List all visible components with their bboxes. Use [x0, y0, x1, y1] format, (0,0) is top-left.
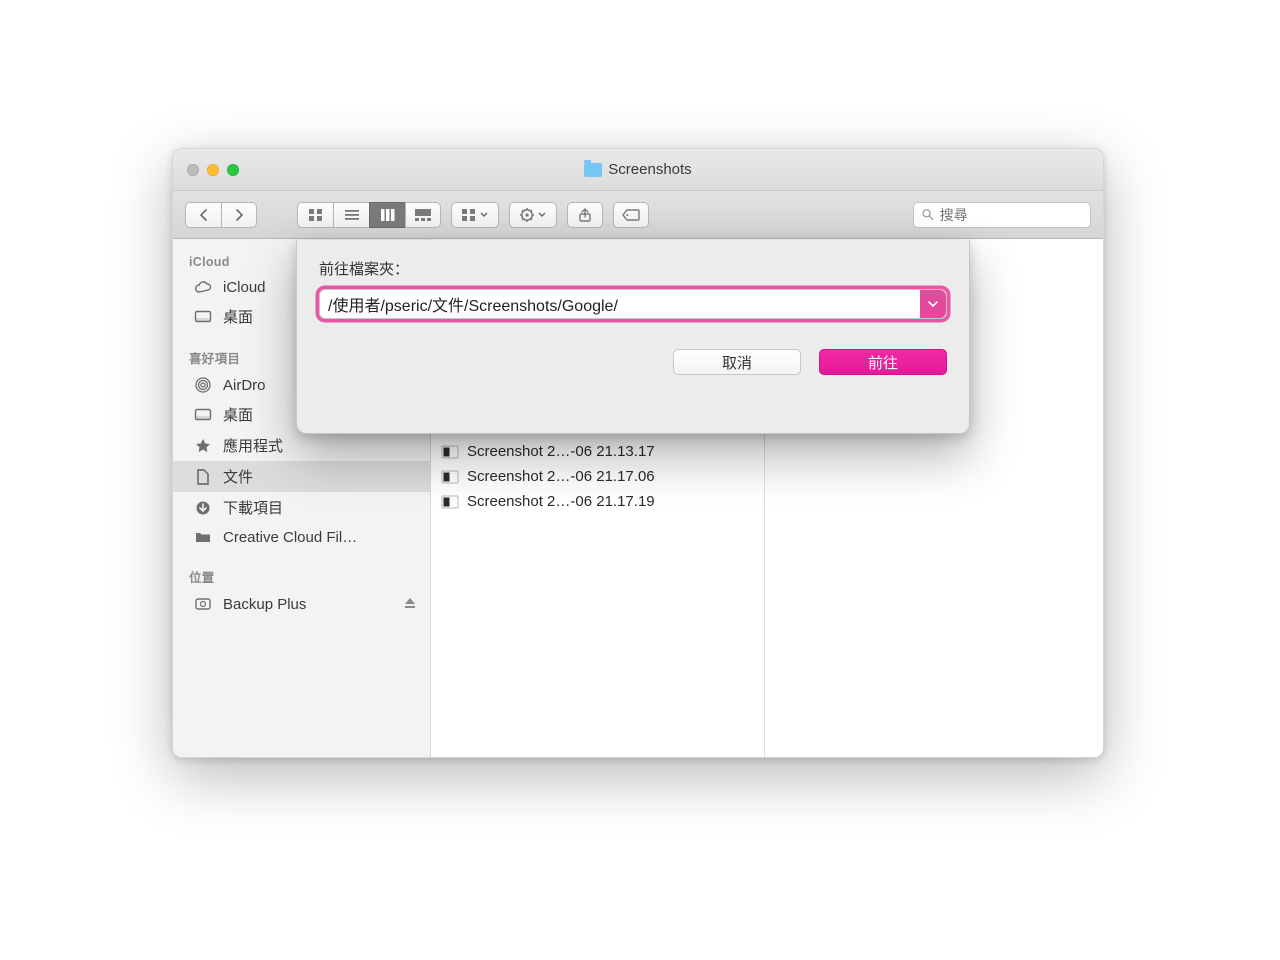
minimize-window-button[interactable] [207, 164, 219, 176]
window-title-text: Screenshots [608, 161, 691, 178]
downloads-icon [193, 499, 213, 517]
sidebar-item-label: 應用程式 [223, 435, 283, 456]
sidebar-item-label: 下載項目 [223, 497, 283, 518]
gallery-view-button[interactable] [405, 202, 441, 228]
sidebar-item-label: 桌面 [223, 306, 253, 327]
sidebar-item-label: Backup Plus [223, 596, 306, 613]
folder-icon [584, 163, 602, 177]
sheet-label: 前往檔案夾： [319, 258, 947, 279]
desktop-icon [193, 308, 213, 326]
titlebar: Screenshots [173, 149, 1103, 191]
sidebar-item-label: 文件 [223, 466, 253, 487]
toolbar [173, 191, 1103, 239]
sheet-actions: 取消 前往 [319, 349, 947, 375]
window-title: Screenshots [173, 161, 1103, 178]
list-view-button[interactable] [333, 202, 369, 228]
share-button[interactable] [567, 202, 603, 228]
path-field-wrapper [319, 289, 947, 319]
go-button[interactable]: 前往 [819, 349, 947, 375]
cloud-icon [193, 278, 213, 296]
file-name: Screenshot 2…-06 21.17.06 [467, 468, 655, 485]
close-window-button[interactable] [187, 164, 199, 176]
back-button[interactable] [185, 202, 221, 228]
folder-icon [193, 528, 213, 546]
go-to-folder-sheet: 前往檔案夾： 取消 前往 [296, 240, 970, 434]
docs-icon [193, 468, 213, 486]
desktop-icon [193, 406, 213, 424]
eject-icon[interactable] [404, 596, 416, 613]
nav-buttons [185, 202, 257, 228]
column-view-button[interactable] [369, 202, 405, 228]
file-name: Screenshot 2…-06 21.17.19 [467, 493, 655, 510]
file-icon [441, 469, 459, 485]
sidebar-item[interactable]: Backup Plus [173, 590, 430, 618]
file-icon [441, 444, 459, 460]
sidebar-item-label: 桌面 [223, 404, 253, 425]
sidebar-item-label: AirDro [223, 377, 266, 394]
file-icon [441, 494, 459, 510]
path-dropdown-button[interactable] [920, 290, 946, 318]
path-input[interactable] [320, 290, 920, 318]
sidebar-item[interactable]: 文件 [173, 461, 430, 492]
chevron-down-icon [928, 301, 938, 308]
icon-view-button[interactable] [297, 202, 333, 228]
cancel-button[interactable]: 取消 [673, 349, 801, 375]
disk-icon [193, 595, 213, 613]
file-row[interactable]: Screenshot 2…-06 21.17.19 [431, 489, 764, 514]
sidebar-item[interactable]: Creative Cloud Fil… [173, 523, 430, 551]
action-button[interactable] [509, 202, 557, 228]
zoom-window-button[interactable] [227, 164, 239, 176]
search-icon [922, 208, 934, 221]
sidebar-section-header: 位置 [173, 561, 430, 590]
file-row[interactable]: Screenshot 2…-06 21.13.17 [431, 439, 764, 464]
search-field[interactable] [913, 202, 1091, 228]
sidebar-item-label: Creative Cloud Fil… [223, 529, 357, 546]
search-input[interactable] [940, 207, 1082, 223]
window-controls [187, 164, 239, 176]
view-mode-buttons [297, 202, 441, 228]
forward-button[interactable] [221, 202, 257, 228]
sidebar-item-label: iCloud [223, 279, 266, 296]
airdrop-icon [193, 376, 213, 394]
tags-button[interactable] [613, 202, 649, 228]
sidebar-item[interactable]: 下載項目 [173, 492, 430, 523]
apps-icon [193, 437, 213, 455]
file-row[interactable]: Screenshot 2…-06 21.17.06 [431, 464, 764, 489]
sidebar-item[interactable]: 應用程式 [173, 430, 430, 461]
arrange-button[interactable] [451, 202, 499, 228]
file-name: Screenshot 2…-06 21.13.17 [467, 443, 655, 460]
